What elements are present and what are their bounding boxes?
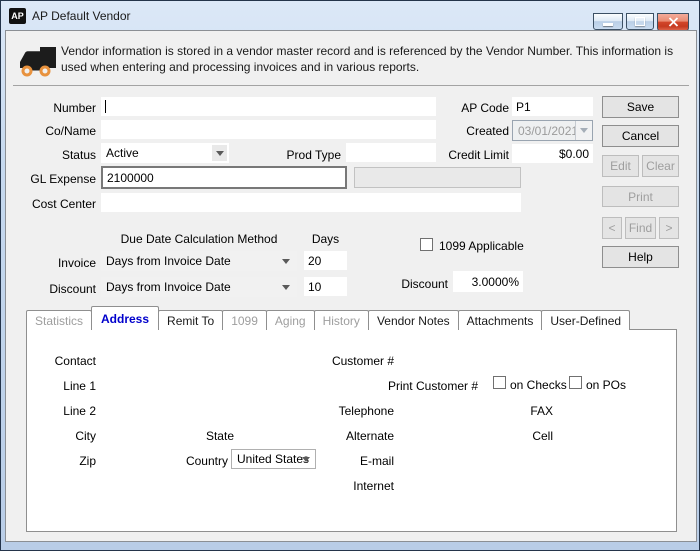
print-button: Print — [602, 186, 679, 207]
credit-limit-input[interactable]: $0.00 — [512, 144, 593, 163]
due-date-method-header: Due Date Calculation Method — [120, 232, 278, 246]
tab-history[interactable]: History — [313, 310, 369, 330]
alternate-label: Alternate — [345, 429, 394, 443]
1099-applicable-checkbox[interactable] — [420, 238, 433, 251]
credit-limit-label: Credit Limit — [448, 148, 509, 162]
titlebar[interactable]: AP AP Default Vendor — [1, 1, 699, 31]
chevron-down-icon — [302, 457, 310, 462]
co-name-label: Co/Name — [45, 124, 96, 138]
status-dropdown-button[interactable] — [211, 144, 228, 162]
tab-attachments[interactable]: Attachments — [457, 310, 543, 330]
prod-type-label: Prod Type — [286, 148, 341, 162]
tab-1099[interactable]: 1099 — [222, 310, 267, 330]
close-button[interactable] — [657, 13, 689, 31]
app-icon: AP — [9, 8, 26, 24]
chevron-down-icon — [282, 285, 290, 290]
tab-address[interactable]: Address — [91, 306, 160, 330]
gl-expense-label: GL Expense — [30, 172, 96, 186]
city-label: City — [75, 429, 96, 443]
cost-center-label: Cost Center — [31, 197, 96, 211]
1099-applicable-label: 1099 Applicable — [439, 239, 524, 253]
ap-default-vendor-window: AP AP Default Vendor Vendor information … — [0, 0, 700, 551]
maximize-button[interactable] — [626, 13, 654, 30]
customer-number-label: Customer # — [331, 354, 394, 368]
maximize-icon — [635, 17, 645, 26]
number-label: Number — [53, 101, 96, 115]
save-button[interactable]: Save — [602, 96, 679, 118]
cell-label: Cell — [532, 429, 553, 443]
truck-icon — [20, 47, 56, 77]
telephone-label: Telephone — [338, 404, 394, 418]
tab-statistics[interactable]: Statistics — [26, 310, 93, 330]
created-date-dropdown: 03/01/2021 — [512, 120, 593, 141]
discount-method-label: Discount — [49, 282, 96, 296]
state-label: State — [205, 429, 234, 443]
cancel-button[interactable]: Cancel — [602, 125, 679, 147]
zip-label: Zip — [79, 454, 96, 468]
discount-pct-label: Discount — [401, 277, 448, 291]
minimize-button[interactable] — [593, 13, 623, 30]
clear-button: Clear — [642, 155, 679, 177]
email-label: E-mail — [359, 454, 394, 468]
on-pos-checkbox[interactable] — [569, 376, 582, 389]
on-checks-checkbox[interactable] — [493, 376, 506, 389]
tab-remit-to[interactable]: Remit To — [158, 310, 224, 330]
separator — [13, 85, 689, 86]
invoice-label: Invoice — [57, 256, 96, 270]
country-dropdown[interactable]: United States — [231, 449, 316, 469]
tab-aging[interactable]: Aging — [265, 310, 315, 330]
discount-pct-input[interactable]: 3.0000% — [453, 271, 523, 292]
print-customer-number-label: Print Customer # — [387, 379, 478, 393]
chevron-down-icon — [282, 259, 290, 264]
country-label: Country — [185, 454, 228, 468]
created-label: Created — [466, 124, 509, 138]
invoice-method-dropdown[interactable]: Days from Invoice Date — [101, 251, 297, 271]
contact-label: Contact — [54, 354, 96, 368]
prod-type-input[interactable] — [346, 143, 436, 162]
tab-user-defined[interactable]: User-Defined — [541, 310, 631, 330]
status-label: Status — [61, 148, 96, 162]
find-next-button: > — [659, 217, 679, 239]
discount-method-dropdown[interactable]: Days from Invoice Date — [101, 277, 297, 297]
edit-button: Edit — [602, 155, 639, 177]
ap-code-label: AP Code — [461, 101, 509, 115]
chevron-down-icon — [215, 150, 224, 156]
on-pos-label: on POs — [586, 378, 627, 392]
tab-strip: Statistics Address Remit To 1099 Aging H… — [26, 306, 631, 330]
find-prev-button: < — [602, 217, 622, 239]
gl-expense-input[interactable]: 2100000 — [101, 166, 347, 189]
minimize-icon — [603, 23, 613, 26]
discount-days-input[interactable]: 10 — [304, 277, 347, 296]
internet-label: Internet — [353, 479, 394, 493]
ap-code-input[interactable]: P1 — [512, 97, 593, 116]
line2-label: Line 2 — [63, 404, 96, 418]
window-title: AP Default Vendor — [32, 9, 131, 23]
close-icon — [668, 17, 678, 27]
days-header: Days — [311, 232, 340, 246]
number-input[interactable] — [101, 97, 436, 116]
on-checks-label: on Checks — [510, 378, 567, 392]
text-caret — [105, 100, 106, 113]
status-dropdown[interactable]: Active — [101, 143, 229, 163]
find-button: Find — [625, 217, 656, 239]
created-dropdown-button — [575, 121, 592, 140]
invoice-days-input[interactable]: 20 — [304, 251, 347, 270]
tab-vendor-notes[interactable]: Vendor Notes — [367, 310, 459, 330]
help-button[interactable]: Help — [602, 246, 679, 268]
fax-label: FAX — [530, 404, 553, 418]
gl-expense-description-field — [354, 167, 521, 188]
chevron-down-icon — [580, 128, 588, 133]
co-name-input[interactable] — [101, 120, 436, 139]
vendor-info-text: Vendor information is stored in a vendor… — [61, 44, 674, 74]
line1-label: Line 1 — [63, 379, 96, 393]
cost-center-input[interactable] — [101, 193, 521, 212]
